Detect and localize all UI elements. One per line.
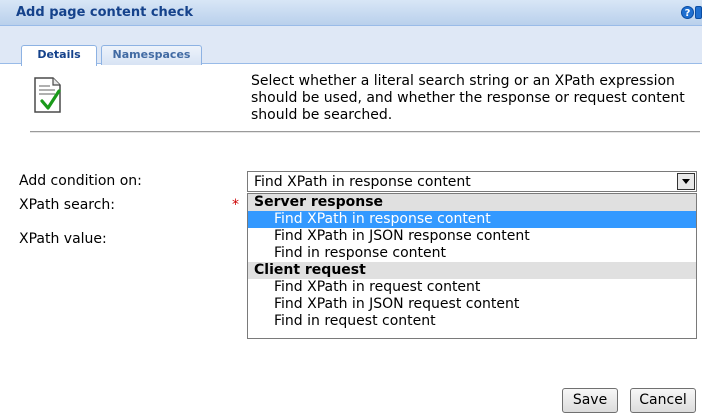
document-check-icon — [34, 77, 61, 113]
option-group-server-response: Server response — [248, 194, 696, 211]
option-find-xpath-request[interactable]: Find XPath in request content — [248, 279, 696, 296]
condition-select-value: Find XPath in response content — [254, 174, 471, 190]
help-icon[interactable]: ? — [681, 6, 694, 19]
option-find-in-request[interactable]: Find in request content — [248, 313, 696, 330]
required-marker: * — [232, 197, 239, 213]
tab-details[interactable]: Details — [21, 45, 97, 66]
add-page-content-check-dialog: Add page content check ? Details Namespa… — [0, 0, 702, 419]
option-group-client-request: Client request — [248, 262, 696, 279]
condition-select[interactable]: Find XPath in response content — [247, 171, 697, 192]
chevron-down-icon[interactable] — [677, 173, 695, 190]
xpath-search-label: XPath search: — [19, 197, 116, 213]
option-find-xpath-json-response[interactable]: Find XPath in JSON response content — [248, 228, 696, 245]
tab-namespaces[interactable]: Namespaces — [101, 45, 202, 65]
cancel-button[interactable]: Cancel — [630, 388, 696, 413]
close-icon[interactable] — [695, 6, 702, 19]
option-find-xpath-response[interactable]: Find XPath in response content — [248, 211, 696, 228]
condition-dropdown-list: Server response Find XPath in response c… — [247, 193, 697, 339]
dialog-title: Add page content check — [16, 5, 193, 20]
condition-label: Add condition on: — [19, 173, 142, 189]
dialog-titlebar[interactable]: Add page content check ? — [0, 0, 702, 26]
section-divider — [30, 131, 700, 133]
xpath-value-label: XPath value: — [19, 231, 107, 247]
instructions-text: Select whether a literal search string o… — [251, 73, 685, 123]
option-find-xpath-json-request[interactable]: Find XPath in JSON request content — [248, 296, 696, 313]
option-find-in-response[interactable]: Find in response content — [248, 245, 696, 262]
save-button[interactable]: Save — [562, 388, 618, 413]
tab-strip: Details Namespaces — [0, 26, 702, 66]
